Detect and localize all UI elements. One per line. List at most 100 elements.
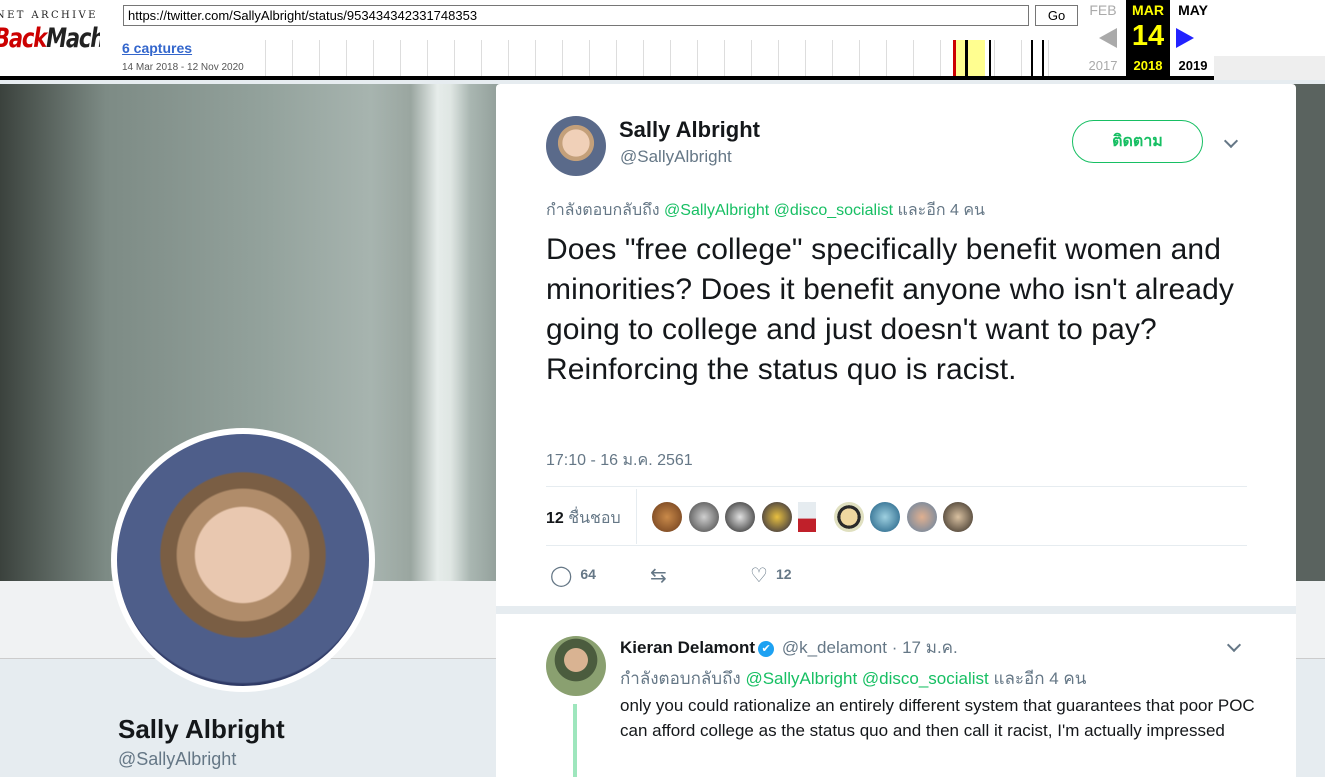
wayback-sparkline-cell (508, 40, 535, 76)
wayback-sparkline-cell (670, 40, 697, 76)
wayback-sparkline-cell (292, 40, 319, 76)
wayback-capture-bar[interactable] (989, 40, 991, 76)
wayback-sparkline-cell (778, 40, 805, 76)
divider (546, 486, 1247, 487)
wayback-sparkline-cell (616, 40, 643, 76)
wayback-sparkline-cell (319, 40, 346, 76)
profile-avatar[interactable] (111, 428, 375, 692)
wayback-sparkline-cell (346, 40, 373, 76)
divider (636, 489, 637, 544)
wayback-toolbar-strip (1214, 56, 1325, 80)
wayback-prev-month: FEB (1089, 2, 1117, 18)
retweet-action[interactable]: ⇆ (650, 563, 675, 588)
wayback-go-button[interactable]: Go (1035, 5, 1078, 26)
tweet-author-name[interactable]: Sally Albright (619, 117, 760, 143)
reply-header: Kieran Delamont ✔ @k_delamont · 17 ม.ค. (620, 634, 958, 661)
reply-count: 64 (580, 566, 596, 583)
wayback-sparkline-cell (454, 40, 481, 76)
wayback-sparkline-cell (643, 40, 670, 76)
section-divider (496, 606, 1296, 614)
wayback-next-column[interactable]: MAY 2019 (1171, 0, 1215, 80)
wayback-sparkline-cell (886, 40, 913, 76)
liker-avatar[interactable] (689, 502, 719, 532)
wayback-prev-year: 2017 (1088, 58, 1118, 73)
reply-action[interactable]: ◯ 64 (550, 563, 596, 588)
wayback-prev-column[interactable]: FEB 2017 (1081, 0, 1125, 80)
wayback-url-input[interactable]: https://twitter.com/SallyAlbright/status… (123, 5, 1029, 26)
wayback-capture-bar[interactable] (965, 40, 968, 76)
wayback-current-year: 2018 (1133, 58, 1163, 73)
likes-count: 12 (546, 510, 564, 527)
wayback-sparkline-cell (859, 40, 886, 76)
wayback-capture-bar[interactable] (1031, 40, 1033, 76)
replying-suffix[interactable]: และอีก 4 คน (898, 202, 985, 219)
wayback-sparkline-cell (427, 40, 454, 76)
liker-avatar[interactable] (652, 502, 682, 532)
profile-avatar-image (117, 434, 369, 686)
wayback-captures-link[interactable]: 6 captures (122, 40, 192, 56)
reply-icon: ◯ (550, 565, 573, 587)
wayback-sparkline-cell (265, 40, 292, 76)
replying-mentions-link[interactable]: @SallyAlbright @disco_socialist (745, 669, 988, 688)
reply-author-name[interactable]: Kieran Delamont (620, 638, 755, 657)
tweet-timestamp[interactable]: 17:10 - 16 ม.ค. 2561 (546, 448, 693, 473)
likes-label: ชื่นชอบ (568, 510, 621, 527)
liker-avatar[interactable] (762, 502, 792, 532)
retweet-icon: ⇆ (650, 565, 667, 587)
wayback-sparkline-cell (373, 40, 400, 76)
heart-icon: ♡ (750, 565, 768, 587)
tweet-replying-to: กำลังตอบกลับถึง @SallyAlbright @disco_so… (546, 198, 985, 223)
replying-suffix[interactable]: และอีก 4 คน (994, 669, 1087, 688)
wayback-current-month: MAR (1132, 2, 1164, 18)
wayback-sparkline-cell (724, 40, 751, 76)
wayback-sparkline-cell (805, 40, 832, 76)
wayback-capture-bar[interactable] (953, 40, 956, 76)
verified-badge-icon: ✔ (758, 641, 775, 657)
reply-author-handle[interactable]: @k_delamont (782, 638, 887, 657)
wayback-current-column: MAR 14 2018 (1126, 0, 1170, 80)
wayback-logo-archive-text: RNET ARCHIVE (0, 10, 98, 21)
wayback-logo-machine-text: BackMachine (0, 23, 100, 54)
reply-author-avatar[interactable] (546, 636, 606, 696)
reply-date[interactable]: · 17 ม.ค. (892, 638, 958, 657)
liker-avatar-broken-image-icon[interactable] (798, 502, 816, 532)
follow-button[interactable]: ติดตาม (1072, 120, 1203, 163)
profile-handle[interactable]: @SallyAlbright (118, 749, 236, 770)
chevron-down-icon[interactable] (1226, 637, 1242, 653)
wayback-logo-back: Back (0, 23, 47, 54)
wayback-sparkline-cell (1048, 40, 1075, 76)
wayback-sparkline-cell (562, 40, 589, 76)
wayback-date-range: 14 Mar 2018 - 12 Nov 2020 (122, 62, 244, 73)
wayback-sparkline-cell (535, 40, 562, 76)
like-count: 12 (775, 566, 792, 583)
reply-text: only you could rationalize an entirely d… (620, 696, 1255, 740)
profile-name[interactable]: Sally Albright (118, 714, 285, 745)
like-action[interactable]: ♡ 12 (750, 563, 792, 588)
liker-avatar[interactable] (870, 502, 900, 532)
replying-prefix: กำลังตอบกลับถึง (620, 669, 741, 688)
wayback-sparkline-cell (994, 40, 1021, 76)
tweet-author-avatar[interactable] (546, 116, 606, 176)
wayback-sparkline-cell (481, 40, 508, 76)
liker-avatar[interactable] (943, 502, 973, 532)
wayback-sparkline-cell (697, 40, 724, 76)
wayback-sparkline-cell (400, 40, 427, 76)
liker-avatar[interactable] (725, 502, 755, 532)
wayback-toolbar: RNET ARCHIVE BackMachine https://twitter… (0, 0, 1325, 80)
chevron-down-icon[interactable] (1223, 133, 1239, 149)
wayback-next-year: 2019 (1178, 58, 1208, 73)
wayback-logo[interactable]: RNET ARCHIVE BackMachine (0, 6, 100, 62)
wayback-sparkline-cell (751, 40, 778, 76)
liker-avatar[interactable] (907, 502, 937, 532)
tweet-likes-stat[interactable]: 12 ชื่นชอบ (546, 506, 621, 531)
wayback-sparkline[interactable] (265, 40, 1078, 76)
replying-mentions-link[interactable]: @SallyAlbright @disco_socialist (664, 202, 893, 219)
tweet-modal: Sally Albright @SallyAlbright ติดตาม กำล… (496, 84, 1296, 777)
wayback-logo-machine: Machine (46, 23, 100, 54)
wayback-capture-bar[interactable] (1042, 40, 1044, 76)
wayback-sparkline-cell (832, 40, 859, 76)
wayback-sparkline-cell (913, 40, 940, 76)
tweet-author-handle[interactable]: @SallyAlbright (620, 147, 732, 167)
liker-avatar[interactable] (834, 502, 864, 532)
tweet-text: Does "free college" specifically benefit… (546, 233, 1234, 386)
